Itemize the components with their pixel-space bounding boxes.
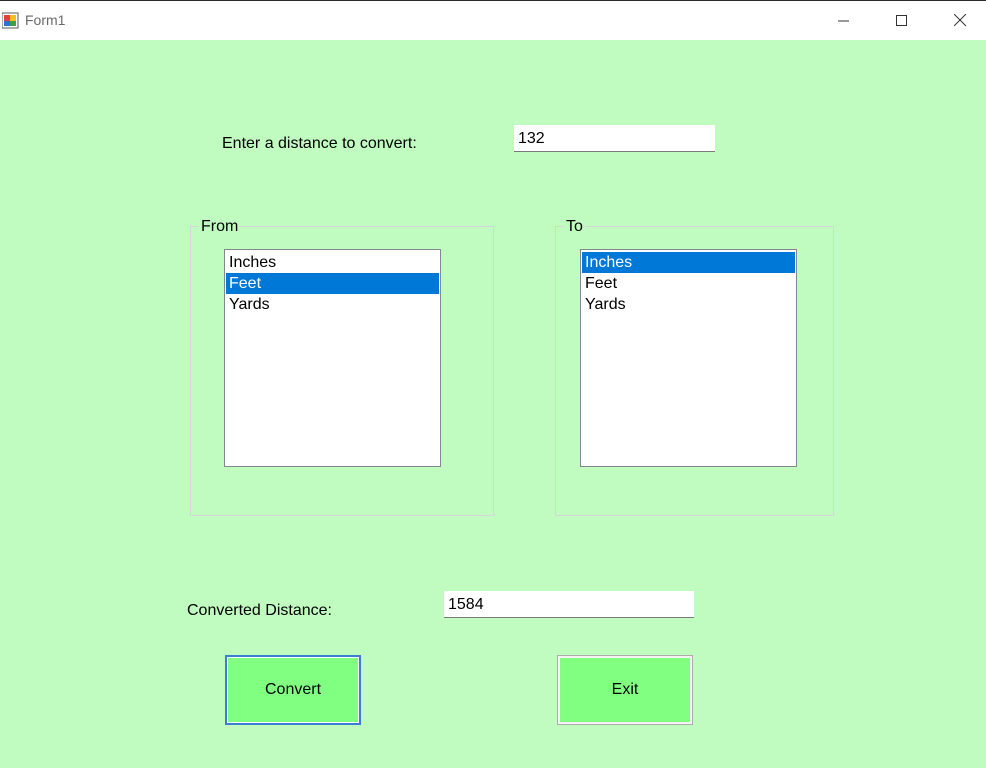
minimize-button[interactable] — [815, 1, 873, 40]
app-icon — [2, 12, 19, 29]
convert-button[interactable]: Convert — [225, 655, 361, 725]
from-item-yards[interactable]: Yards — [226, 294, 439, 315]
minimize-icon — [838, 20, 849, 21]
to-listbox[interactable]: Inches Feet Yards — [580, 249, 797, 467]
converted-output[interactable] — [444, 591, 694, 618]
window-title: Form1 — [25, 12, 66, 28]
to-caption: To — [564, 218, 585, 236]
from-caption: From — [199, 218, 241, 236]
close-button[interactable] — [931, 1, 986, 40]
from-item-inches[interactable]: Inches — [226, 252, 439, 273]
from-groupbox: From Inches Feet Yards — [190, 218, 494, 516]
to-item-feet[interactable]: Feet — [582, 273, 795, 294]
distance-label: Enter a distance to convert: — [222, 135, 417, 152]
from-item-feet[interactable]: Feet — [226, 273, 439, 294]
maximize-icon — [896, 14, 907, 26]
to-item-yards[interactable]: Yards — [582, 294, 795, 315]
converted-label: Converted Distance: — [187, 602, 332, 619]
distance-input[interactable] — [514, 125, 715, 152]
maximize-button[interactable] — [873, 1, 931, 40]
close-icon — [953, 14, 966, 27]
to-item-inches[interactable]: Inches — [582, 252, 795, 273]
title-bar: Form1 — [0, 0, 986, 40]
exit-button[interactable]: Exit — [557, 655, 693, 725]
to-groupbox: To Inches Feet Yards — [555, 218, 834, 516]
from-listbox[interactable]: Inches Feet Yards — [224, 249, 441, 467]
